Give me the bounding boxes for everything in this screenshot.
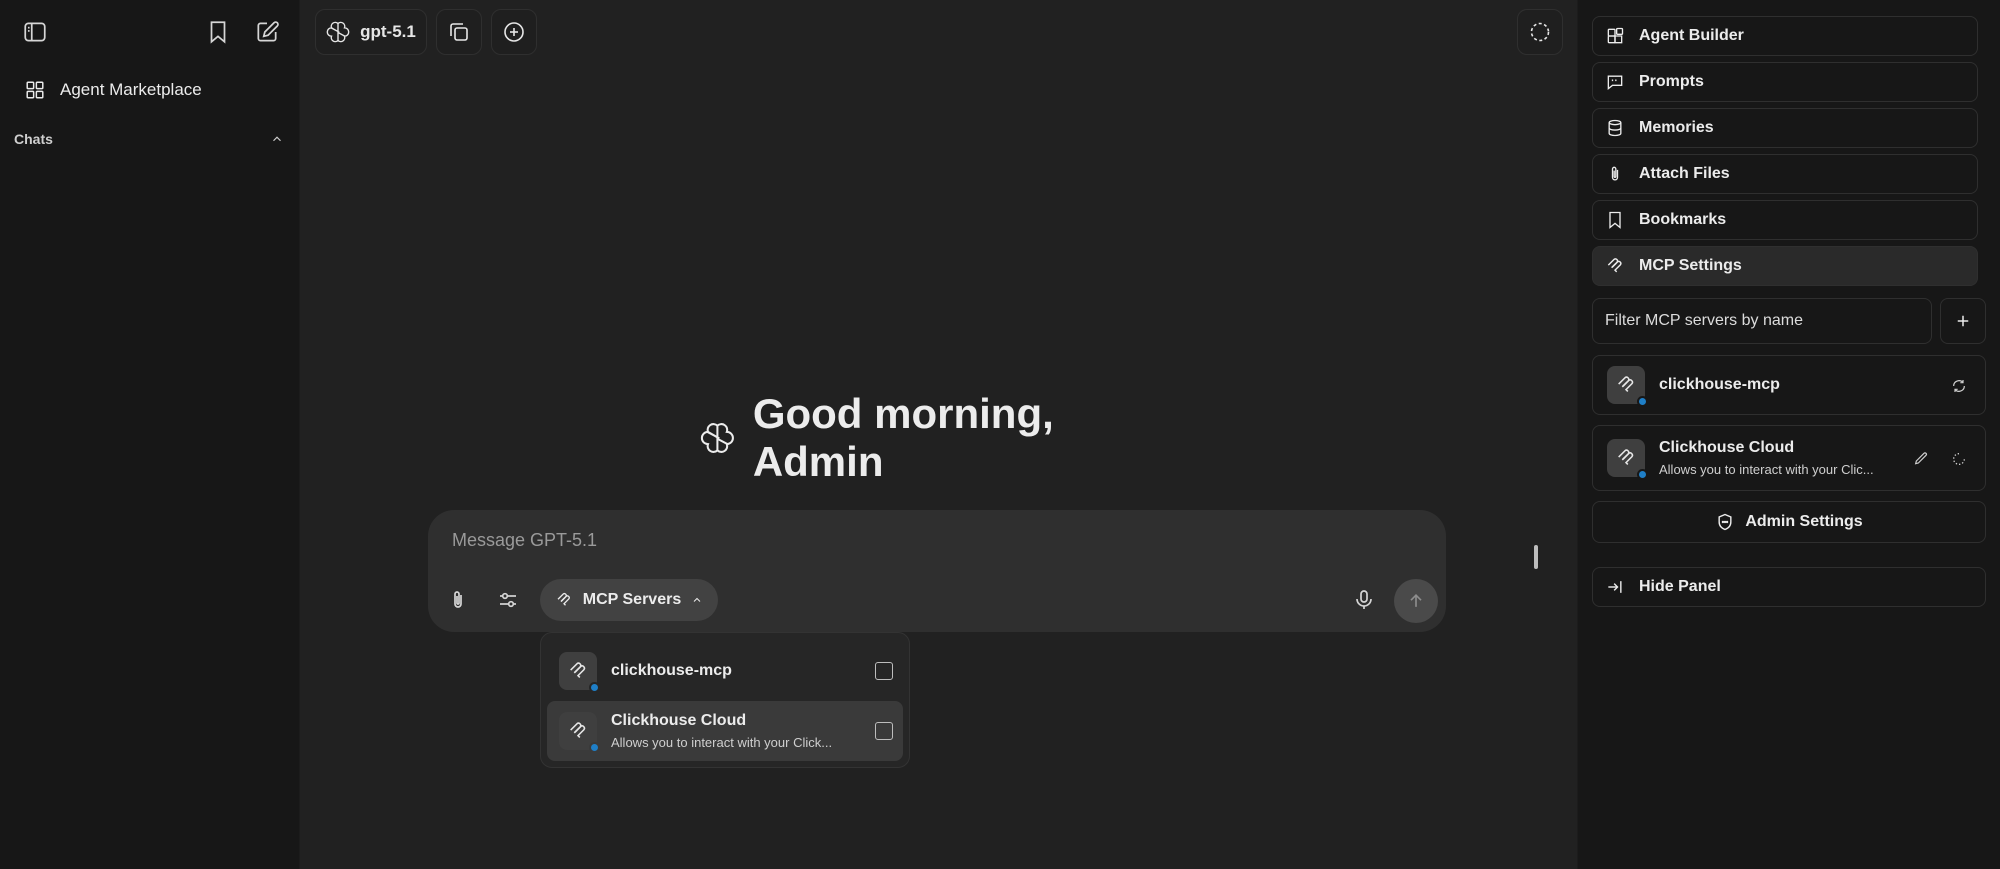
prompts-button[interactable]: Prompts xyxy=(1592,62,1978,102)
nav-label: Memories xyxy=(1639,119,1714,136)
hide-panel-label: Hide Panel xyxy=(1639,578,1721,595)
sidebar-item-agent-marketplace[interactable]: Agent Marketplace xyxy=(12,72,288,108)
admin-settings-button[interactable]: Admin Settings xyxy=(1592,501,1986,543)
toggle-sidebar-icon[interactable] xyxy=(15,12,55,52)
server-name: Clickhouse Cloud xyxy=(611,712,747,729)
openai-logo-icon xyxy=(326,21,350,43)
message-composer[interactable]: Message GPT-5.1 MCP Servers xyxy=(428,510,1446,632)
server-avatar xyxy=(559,652,600,693)
nav-label: Bookmarks xyxy=(1639,211,1727,228)
mcp-icon xyxy=(1618,449,1634,465)
mcp-icon xyxy=(557,593,570,606)
chevron-up-icon xyxy=(693,597,701,602)
arrow-right-to-line-icon xyxy=(1608,581,1622,593)
section-title: Chats xyxy=(14,131,53,147)
arrow-up-icon xyxy=(1410,593,1422,607)
pencil-icon[interactable] xyxy=(1907,445,1935,473)
mcp-server-card[interactable]: Clickhouse Cloud Allows you to interact … xyxy=(1592,425,1986,491)
chevron-up-icon xyxy=(273,136,281,142)
memories-button[interactable]: Memories xyxy=(1592,108,1978,148)
grid-icon xyxy=(26,81,44,99)
mcp-server-option[interactable]: Clickhouse Cloud Allows you to interact … xyxy=(547,701,903,761)
mcp-icon xyxy=(570,662,586,678)
model-selector-button[interactable]: gpt-5.1 xyxy=(315,9,427,55)
paperclip-icon xyxy=(454,591,462,608)
server-name: clickhouse-mcp xyxy=(611,662,732,679)
add-mcp-server-button[interactable] xyxy=(1940,298,1986,344)
server-avatar xyxy=(1607,366,1648,407)
blocks-icon xyxy=(1607,27,1624,44)
status-dot xyxy=(589,682,600,693)
nav-label: Prompts xyxy=(1639,73,1704,90)
status-dot xyxy=(589,742,600,753)
mcp-servers-button[interactable]: MCP Servers xyxy=(540,579,718,621)
temporary-chat-button[interactable] xyxy=(1517,9,1563,55)
status-dot xyxy=(1637,396,1648,407)
mcp-server-card[interactable]: clickhouse-mcp xyxy=(1592,355,1986,415)
mcp-icon xyxy=(570,722,586,738)
voice-input-button[interactable] xyxy=(1346,582,1382,618)
mcp-icon xyxy=(1618,376,1634,392)
chats-section-header[interactable]: Chats xyxy=(14,128,284,150)
bookmark-icon[interactable] xyxy=(198,12,238,52)
server-description: Allows you to interact with your Clic... xyxy=(1659,462,1874,477)
send-button[interactable] xyxy=(1394,579,1438,623)
copy-chat-button[interactable] xyxy=(436,9,482,55)
sidebar-item-label: Agent Marketplace xyxy=(60,80,202,99)
plus-circle-icon xyxy=(504,22,524,42)
openai-logo-icon xyxy=(700,423,734,453)
hide-panel-button[interactable]: Hide Panel xyxy=(1592,567,1986,607)
right-side-panel: Agent Builder Prompts Memories Attach Fi… xyxy=(1577,0,2000,869)
microphone-icon xyxy=(1356,590,1372,609)
app-window: Agent Marketplace Chats gpt-5.1 Good mor… xyxy=(0,0,2000,869)
server-name: Clickhouse Cloud xyxy=(1659,439,1795,456)
nav-label: Agent Builder xyxy=(1639,27,1744,44)
mcp-settings-button[interactable]: MCP Settings xyxy=(1592,246,1978,286)
server-checkbox[interactable] xyxy=(875,662,893,680)
message-square-quote-icon xyxy=(1607,75,1623,91)
message-input[interactable]: Message GPT-5.1 xyxy=(452,530,597,551)
greeting-text: Good morning, Admin xyxy=(752,390,1054,485)
tools-button[interactable] xyxy=(490,582,526,618)
add-button[interactable] xyxy=(491,9,537,55)
bookmarks-button[interactable]: Bookmarks xyxy=(1592,200,1978,240)
plus-icon xyxy=(1957,315,1969,327)
refresh-icon[interactable] xyxy=(1945,372,1973,400)
paperclip-icon xyxy=(1611,166,1619,181)
server-checkbox[interactable] xyxy=(875,722,893,740)
loading-spinner-icon xyxy=(1945,445,1973,473)
mcp-icon xyxy=(1607,258,1622,273)
server-avatar xyxy=(1607,439,1648,480)
attach-button[interactable] xyxy=(440,582,476,618)
mcp-servers-label: MCP Servers xyxy=(582,591,682,608)
admin-settings-label: Admin Settings xyxy=(1745,513,1863,530)
scroll-handle[interactable] xyxy=(1534,545,1538,569)
server-description: Allows you to interact with your Click..… xyxy=(611,735,833,750)
nav-label: Attach Files xyxy=(1639,165,1730,182)
server-name: clickhouse-mcp xyxy=(1659,376,1780,393)
new-chat-icon[interactable] xyxy=(247,12,287,52)
server-avatar xyxy=(559,712,600,753)
dashed-circle-icon xyxy=(1530,22,1550,42)
filter-mcp-servers-input[interactable] xyxy=(1592,298,1932,344)
mcp-server-option[interactable]: clickhouse-mcp xyxy=(547,641,903,701)
mcp-servers-dropdown: clickhouse-mcp Clickhouse Cloud Allows y… xyxy=(540,632,910,768)
model-label: gpt-5.1 xyxy=(360,22,416,41)
status-dot xyxy=(1637,469,1648,480)
sliders-icon xyxy=(500,592,516,608)
greeting-heading: Good morning, Admin xyxy=(700,390,1180,485)
bookmark-icon xyxy=(1609,211,1621,229)
database-icon xyxy=(1608,119,1622,137)
left-sidebar: Agent Marketplace Chats xyxy=(0,0,300,869)
nav-label: MCP Settings xyxy=(1639,257,1742,274)
attach-files-button[interactable]: Attach Files xyxy=(1592,154,1978,194)
copy-icon xyxy=(450,23,468,41)
agent-builder-button[interactable]: Agent Builder xyxy=(1592,16,1978,56)
shield-icon xyxy=(1718,513,1732,531)
